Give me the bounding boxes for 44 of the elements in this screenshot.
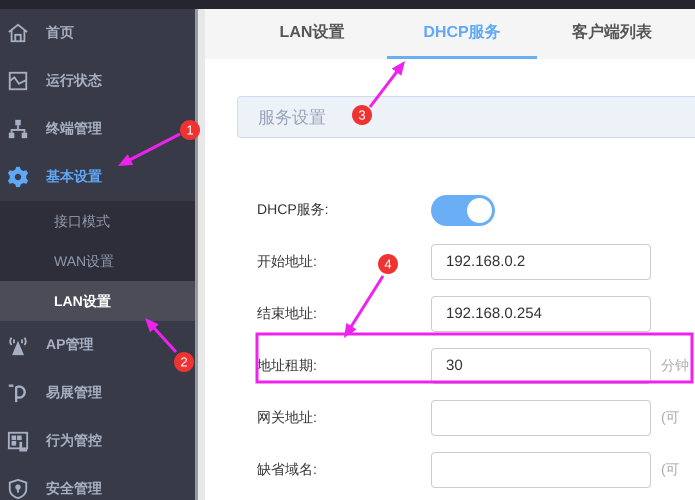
- shield-icon: [7, 478, 29, 500]
- annotation-arrow: [118, 132, 181, 166]
- grid-icon: [7, 430, 29, 452]
- input-field[interactable]: 192.168.0.2: [431, 244, 651, 280]
- input-field[interactable]: 30: [431, 348, 651, 384]
- link-icon: [7, 382, 29, 404]
- input-field[interactable]: [431, 400, 651, 436]
- sidebar-item[interactable]: 终端管理: [46, 120, 102, 138]
- network-icon: [7, 118, 29, 140]
- field-label: 缺省域名:: [257, 461, 317, 477]
- home-icon: [7, 22, 29, 44]
- number-badge: 1: [180, 120, 200, 140]
- chart-icon: [7, 70, 29, 92]
- submenu-item[interactable]: WAN设置: [0, 241, 195, 281]
- sidebar-item[interactable]: 首页: [46, 24, 74, 42]
- tab[interactable]: 客户端列表: [537, 9, 687, 59]
- field-label: 地址租期:: [257, 357, 317, 373]
- submenu-item[interactable]: 接口模式: [0, 201, 195, 241]
- field-label: 结束地址:: [257, 305, 317, 321]
- section-title: 服务设置: [258, 106, 326, 128]
- field-label: 开始地址:: [257, 253, 317, 269]
- field-suffix: (可: [661, 409, 680, 427]
- number-badge: 3: [352, 105, 372, 125]
- number-badge: 4: [378, 254, 398, 274]
- sidebar-item[interactable]: AP管理: [46, 336, 94, 354]
- sidebar-item[interactable]: 易展管理: [46, 384, 102, 402]
- gear-icon: [7, 166, 29, 188]
- field-suffix: (可: [661, 461, 680, 479]
- toggle-switch[interactable]: [431, 194, 495, 226]
- input-field[interactable]: 192.168.0.254: [431, 296, 651, 332]
- annotation-arrow: [344, 275, 384, 338]
- input-field[interactable]: [431, 452, 651, 488]
- submenu-item[interactable]: LAN设置: [0, 281, 195, 321]
- sidebar-item[interactable]: 安全管理: [46, 480, 102, 498]
- field-label: DHCP服务:: [257, 201, 329, 217]
- tab[interactable]: LAN设置: [237, 9, 387, 59]
- number-badge: 2: [174, 352, 194, 372]
- sidebar-item[interactable]: 行为管控: [46, 432, 102, 450]
- sidebar-item[interactable]: 基本设置: [46, 168, 102, 186]
- annotation-arrow: [368, 61, 405, 108]
- sidebar-item[interactable]: 运行状态: [46, 72, 102, 90]
- field-label: 网关地址:: [257, 409, 317, 425]
- field-suffix: 分钟: [661, 357, 689, 375]
- annotation-arrow: [145, 318, 178, 353]
